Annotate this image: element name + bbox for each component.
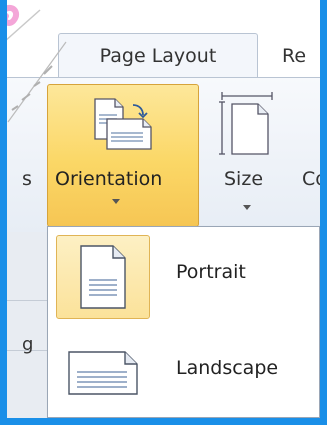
tab-references-label: Re: [282, 44, 307, 67]
watermark-icon: [1, 4, 67, 123]
size-dropdown-arrow-icon[interactable]: [243, 205, 251, 210]
orientation-icon: [94, 98, 152, 150]
menu-item-landscape-label: Landscape: [176, 357, 279, 379]
orientation-dropdown-menu: Portrait Landscape: [47, 226, 320, 418]
portrait-icon-box: [56, 235, 150, 319]
ribbon-left-cut-label: s: [22, 168, 32, 190]
tab-page-layout-label: Page Layout: [99, 45, 217, 67]
tab-references[interactable]: Re: [282, 33, 320, 78]
tab-page-layout[interactable]: Page Layout: [58, 33, 258, 78]
size-icon: [219, 92, 273, 155]
menu-item-portrait[interactable]: Portrait: [56, 235, 311, 319]
portrait-page-icon: [80, 245, 126, 309]
menu-item-landscape[interactable]: Landscape: [56, 331, 311, 415]
side-cut-text: g: [22, 334, 34, 355]
document-side-strip: [7, 232, 47, 418]
size-label[interactable]: Size: [224, 168, 263, 190]
orientation-label: Orientation: [55, 168, 163, 190]
orientation-dropdown-arrow-icon: [112, 199, 120, 204]
landscape-icon-box: [56, 331, 150, 415]
menu-item-portrait-label: Portrait: [176, 261, 246, 283]
landscape-page-icon: [68, 351, 138, 395]
ribbon-right-cut-label: Co: [302, 168, 327, 190]
